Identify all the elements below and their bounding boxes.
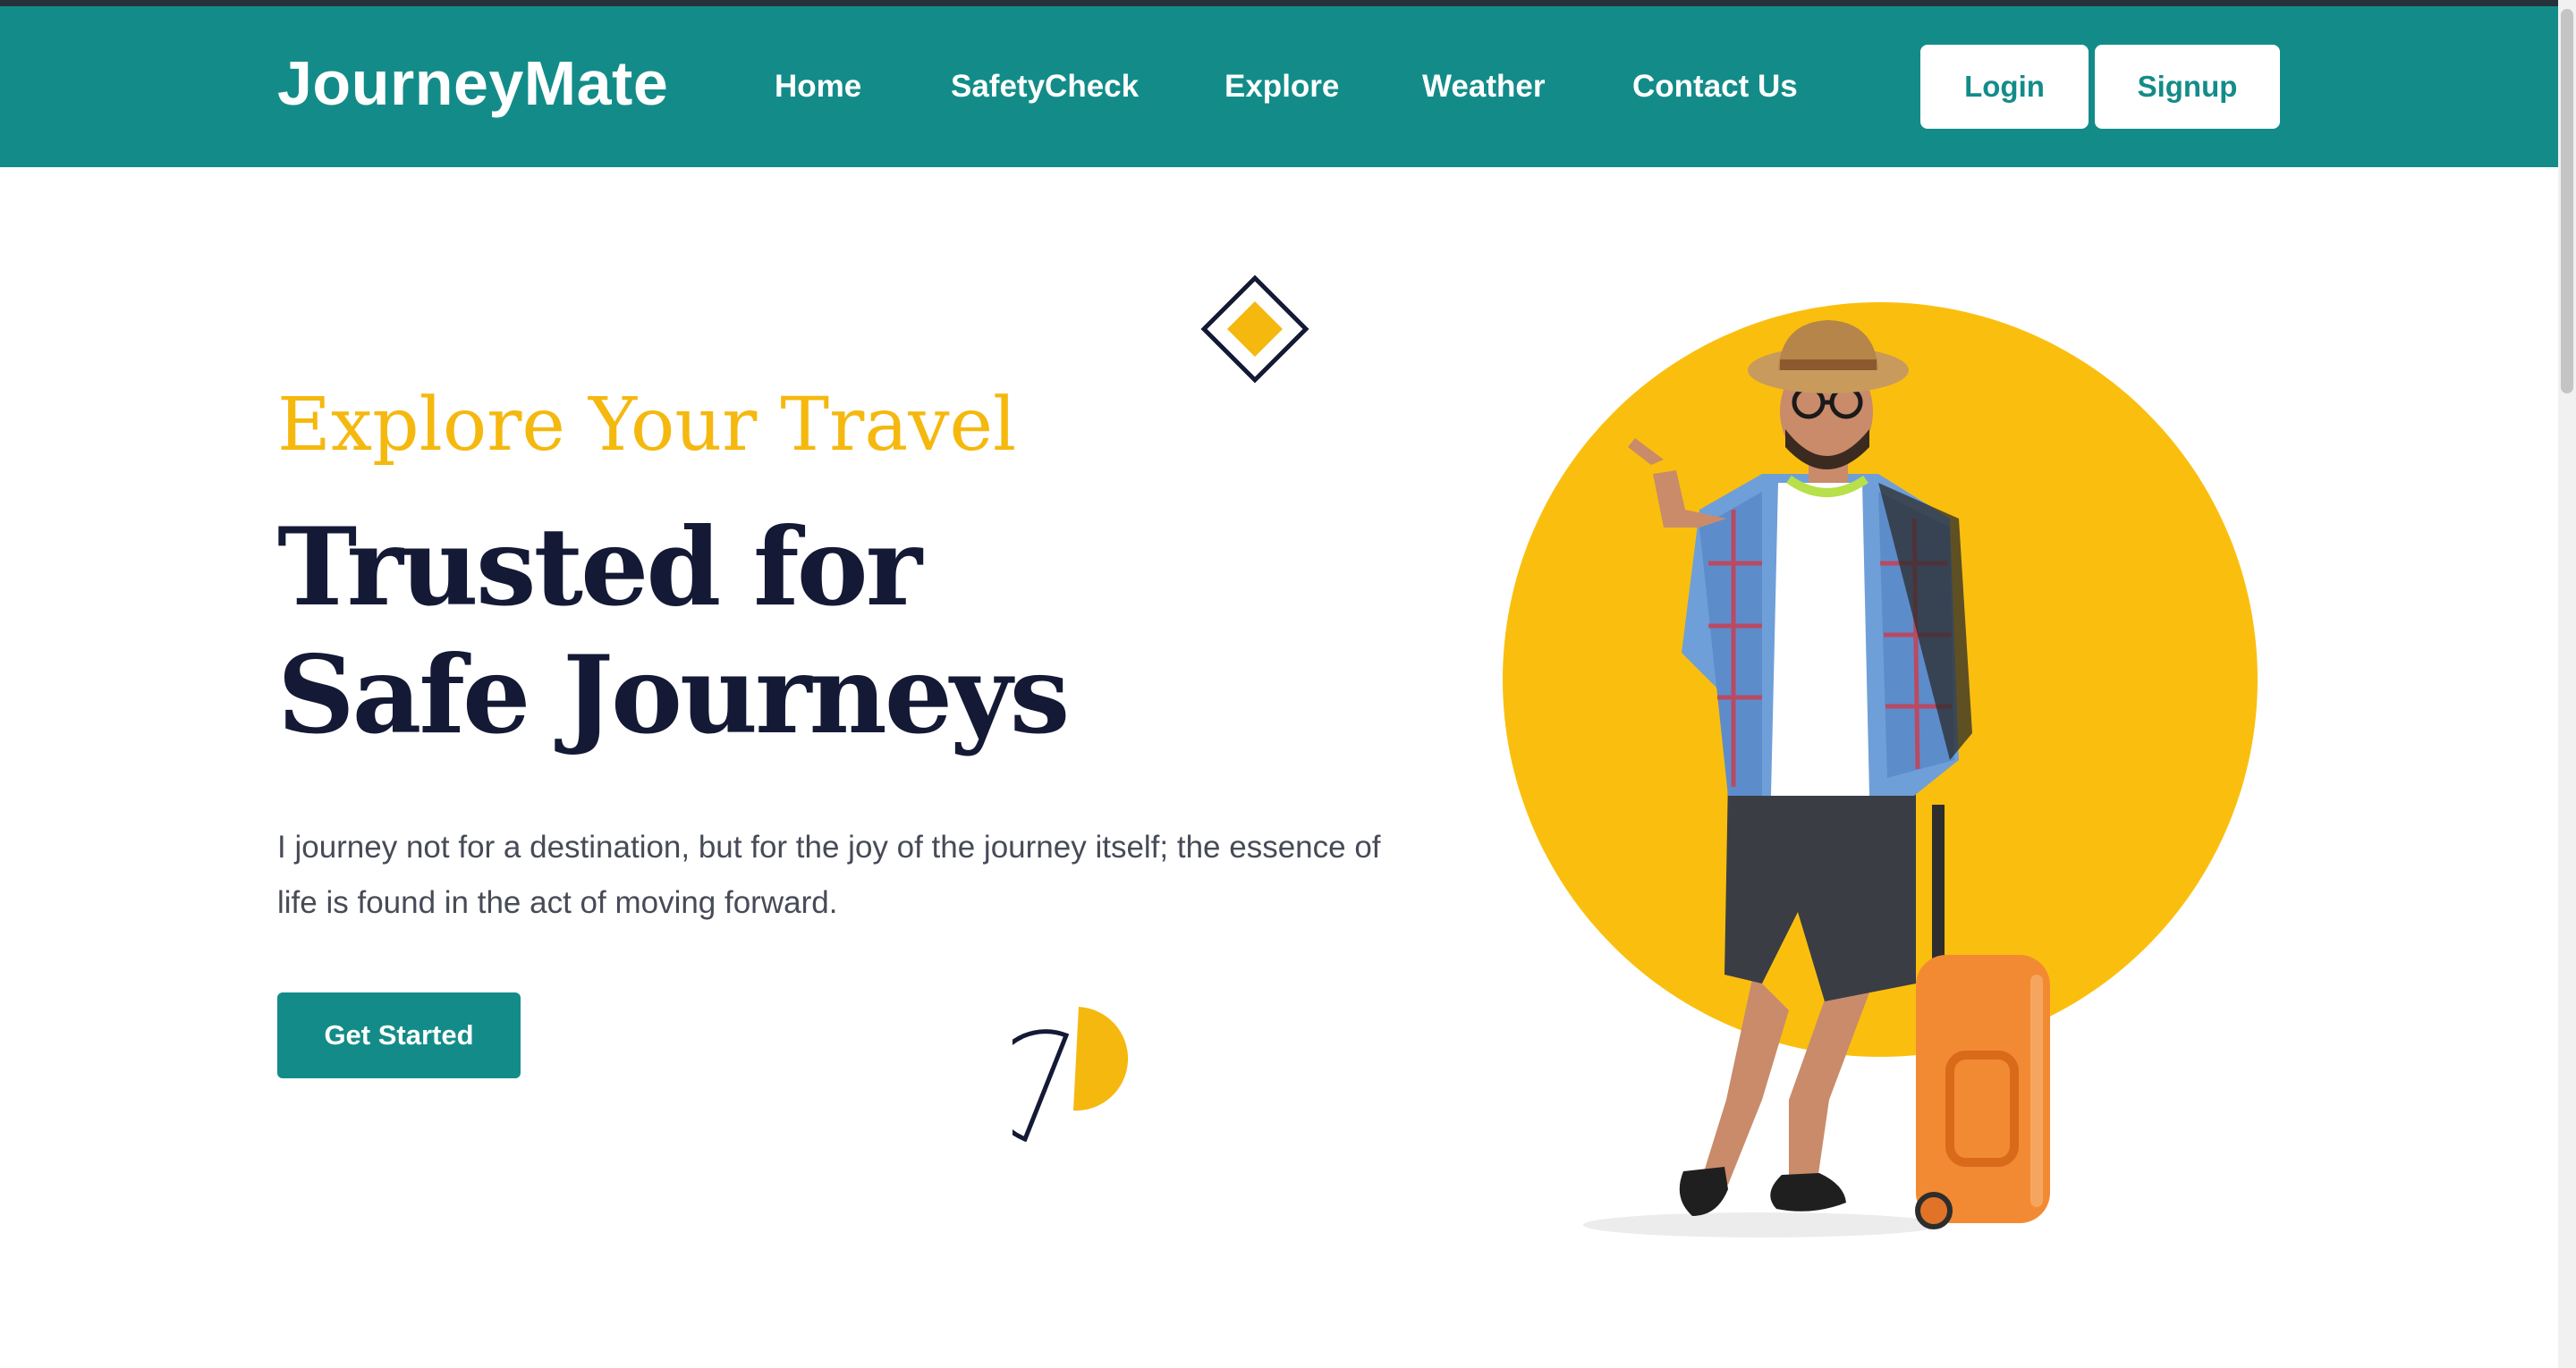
navbar: JourneyMate Home SafetyCheck Explore Wea… [0, 6, 2558, 167]
hero-title: Trusted for Safe Journeys [277, 503, 1070, 759]
diamond-decoration-icon [1200, 274, 1309, 384]
nav-link-weather[interactable]: Weather [1422, 69, 1545, 105]
login-button[interactable]: Login [1920, 45, 2089, 129]
half-circle-decoration-icon [1013, 1007, 1129, 1143]
brand-logo[interactable]: JourneyMate [277, 47, 668, 119]
hero-title-line-2: Safe Journeys [277, 632, 1070, 758]
get-started-button[interactable]: Get Started [277, 992, 521, 1078]
traveler-hero-image [1503, 302, 2258, 1237]
hero-title-line-1: Trusted for [277, 504, 922, 630]
window-top-strip [0, 0, 2576, 6]
nav-link-contact-us[interactable]: Contact Us [1632, 69, 1798, 105]
nav-link-safetycheck[interactable]: SafetyCheck [951, 69, 1139, 105]
hero-subtitle: Explore Your Travel [277, 383, 1017, 468]
scrollbar-thumb[interactable] [2561, 9, 2573, 393]
hero-description: I journey not for a destination, but for… [277, 830, 1381, 920]
signup-button[interactable]: Signup [2095, 45, 2280, 129]
nav-link-explore[interactable]: Explore [1224, 69, 1339, 105]
nav-link-home[interactable]: Home [775, 69, 861, 105]
